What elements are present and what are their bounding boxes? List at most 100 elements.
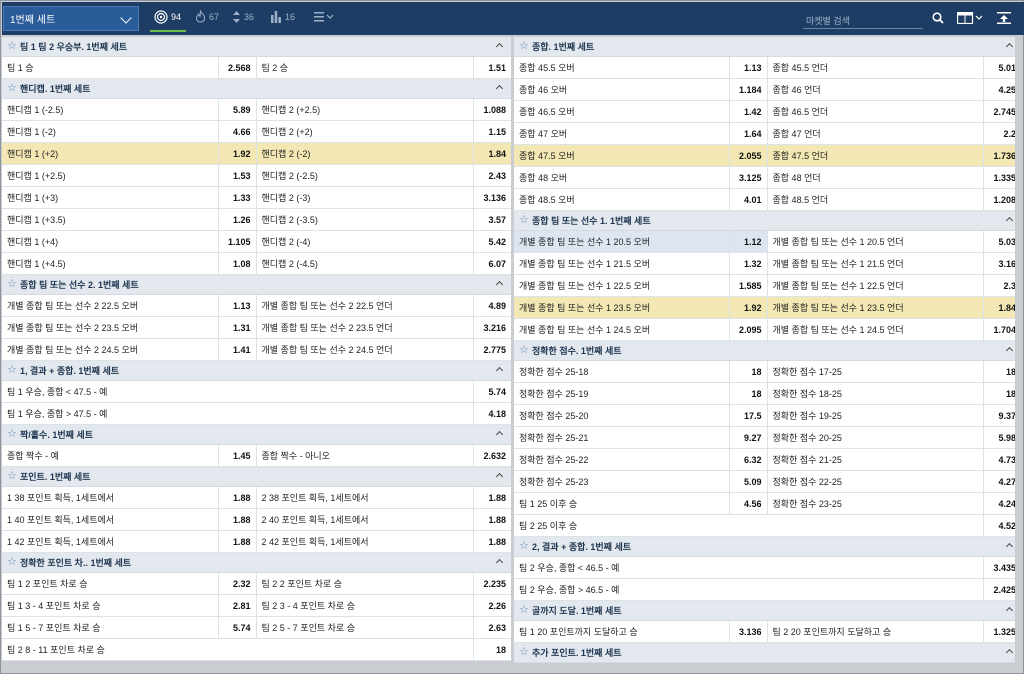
chevron-up-icon[interactable] — [495, 472, 504, 481]
odds-value[interactable]: 18 — [473, 639, 511, 660]
odds-value[interactable]: 1.88 — [473, 531, 511, 552]
outcome-cell[interactable]: 핸디캡 1 (+3) 1.33 — [2, 187, 257, 208]
outcome-cell[interactable]: 개별 종합 팀 또는 선수 1 20.5 언더 5.03 — [768, 231, 1022, 252]
odds-value[interactable]: 4.89 — [473, 295, 511, 316]
odds-value[interactable]: 4.01 — [728, 189, 767, 210]
odds-value[interactable]: 3.125 — [728, 167, 767, 188]
market-search-input[interactable]: 마켓별 검색 — [803, 8, 923, 29]
market-header[interactable]: ☆ 핸디캡. 1번째 세트 — [2, 79, 511, 99]
chevron-up-icon[interactable] — [495, 280, 504, 289]
star-icon[interactable]: ☆ — [7, 429, 17, 440]
star-icon[interactable]: ☆ — [519, 215, 529, 226]
outcome-cell[interactable]: 팀 2 25 이후 승 4.52 — [514, 515, 1021, 536]
odds-value[interactable]: 1.88 — [473, 509, 511, 530]
outcome-cell[interactable]: 정확한 점수 25-21 9.27 — [514, 427, 768, 448]
outcome-cell[interactable]: 핸디캡 2 (-2) 1.84 — [257, 143, 511, 164]
outcome-cell[interactable]: 종합 45.5 언더 5.01 — [768, 57, 1022, 78]
star-icon[interactable]: ☆ — [519, 647, 529, 658]
star-icon[interactable]: ☆ — [7, 279, 17, 290]
outcome-cell[interactable]: 팀 2 5 - 7 포인트 차로 승 2.63 — [257, 617, 512, 638]
outcome-cell[interactable]: 팀 1 우승, 종합 > 47.5 - 예 4.18 — [2, 403, 511, 424]
outcome-cell[interactable]: 핸디캡 1 (+4.5) 1.08 — [2, 253, 257, 274]
odds-value[interactable]: 1.41 — [217, 339, 256, 360]
outcome-cell[interactable]: 핸디캡 2 (-3) 3.136 — [257, 187, 512, 208]
filter-target[interactable]: 94 — [154, 10, 181, 24]
odds-value[interactable]: 3.216 — [473, 317, 511, 338]
odds-value[interactable]: 17.5 — [728, 405, 767, 426]
outcome-cell[interactable]: 팀 1 2 포인트 차로 승 2.32 — [2, 573, 257, 594]
outcome-cell[interactable]: 2 40 포인트 획득, 1세트에서 1.88 — [257, 509, 512, 530]
chevron-up-icon[interactable] — [1005, 346, 1014, 355]
outcome-cell[interactable]: 정확한 점수 25-22 6.32 — [514, 449, 768, 470]
outcome-cell[interactable]: 정확한 점수 23-25 4.24 — [768, 493, 1022, 514]
star-icon[interactable]: ☆ — [7, 41, 17, 52]
odds-value[interactable]: 1.64 — [728, 123, 767, 144]
outcome-cell[interactable]: 핸디캡 1 (+3.5) 1.26 — [2, 209, 257, 230]
outcome-cell[interactable]: 종합 45.5 오버 1.13 — [514, 57, 768, 78]
outcome-cell[interactable]: 팀 2 우승, 종합 > 46.5 - 예 2.425 — [514, 579, 1021, 600]
outcome-cell[interactable]: 팀 1 20 포인트까지 도달하고 승 3.136 — [514, 621, 768, 642]
outcome-cell[interactable]: 정확한 점수 22-25 4.27 — [768, 471, 1022, 492]
odds-value[interactable]: 1.51 — [473, 57, 511, 78]
odds-value[interactable]: 1.88 — [217, 509, 256, 530]
chevron-up-icon[interactable] — [1005, 542, 1014, 551]
odds-value[interactable]: 2.775 — [473, 339, 511, 360]
chevron-up-icon[interactable] — [495, 558, 504, 567]
outcome-cell[interactable]: 개별 종합 팀 또는 선수 1 22.5 오버 1.585 — [514, 275, 768, 296]
odds-value[interactable]: 2.095 — [728, 319, 767, 340]
odds-value[interactable]: 3.136 — [473, 187, 511, 208]
outcome-cell[interactable]: 종합 48 오버 3.125 — [514, 167, 768, 188]
outcome-cell[interactable]: 개별 종합 팀 또는 선수 1 21.5 언더 3.16 — [768, 253, 1022, 274]
odds-value[interactable]: 1.42 — [728, 101, 767, 122]
outcome-cell[interactable]: 종합 47 오버 1.64 — [514, 123, 768, 144]
outcome-cell[interactable]: 정확한 점수 17-25 18 — [768, 361, 1022, 382]
set-selector[interactable]: 1번째 세트 — [3, 6, 139, 31]
outcome-cell[interactable]: 팀 1 승 2.568 — [2, 57, 257, 78]
outcome-cell[interactable]: 1 38 포인트 획득, 1세트에서 1.88 — [2, 487, 257, 508]
market-header[interactable]: ☆ 종합 팀 또는 선수 1. 1번째 세트 — [514, 211, 1021, 231]
outcome-cell[interactable]: 종합 47 언더 2.2 — [768, 123, 1022, 144]
odds-value[interactable]: 1.88 — [217, 531, 256, 552]
outcome-cell[interactable]: 개별 종합 팀 또는 선수 1 20.5 오버 1.12 — [514, 231, 768, 252]
odds-value[interactable]: 2.26 — [473, 595, 511, 616]
chevron-up-icon[interactable] — [495, 430, 504, 439]
odds-value[interactable]: 2.32 — [217, 573, 256, 594]
outcome-cell[interactable]: 1 42 포인트 획득, 1세트에서 1.88 — [2, 531, 257, 552]
outcome-cell[interactable]: 핸디캡 1 (-2.5) 5.89 — [2, 99, 257, 120]
outcome-cell[interactable]: 종합 48.5 오버 4.01 — [514, 189, 768, 210]
outcome-cell[interactable]: 개별 종합 팀 또는 선수 1 24.5 언더 1.704 — [768, 319, 1022, 340]
outcome-cell[interactable]: 개별 종합 팀 또는 선수 2 24.5 언더 2.775 — [257, 339, 512, 360]
chevron-up-icon[interactable] — [1005, 606, 1014, 615]
list-menu-button[interactable] — [314, 12, 337, 23]
outcome-cell[interactable]: 팀 2 8 - 11 포인트 차로 승 18 — [2, 639, 511, 660]
chevron-up-icon[interactable] — [495, 84, 504, 93]
star-icon[interactable]: ☆ — [519, 605, 529, 616]
outcome-cell[interactable]: 정확한 점수 19-25 9.37 — [768, 405, 1022, 426]
odds-value[interactable]: 1.08 — [217, 253, 256, 274]
odds-value[interactable]: 3.57 — [473, 209, 511, 230]
page-scrollbar[interactable] — [1015, 37, 1023, 673]
outcome-cell[interactable]: 종합 짝수 - 아니오 2.632 — [257, 445, 512, 466]
outcome-cell[interactable]: 개별 종합 팀 또는 선수 2 23.5 오버 1.31 — [2, 317, 257, 338]
market-header[interactable]: ☆ 짝/홀수. 1번째 세트 — [2, 425, 511, 445]
outcome-cell[interactable]: 정확한 점수 18-25 18 — [768, 383, 1022, 404]
star-icon[interactable]: ☆ — [519, 541, 529, 552]
layout-toggle-icon[interactable] — [957, 12, 985, 24]
outcome-cell[interactable]: 팀 2 2 포인트 차로 승 2.235 — [257, 573, 512, 594]
outcome-cell[interactable]: 종합 47.5 오버 2.055 — [514, 145, 768, 166]
odds-value[interactable]: 5.89 — [217, 99, 256, 120]
odds-value[interactable]: 1.53 — [217, 165, 256, 186]
outcome-cell[interactable]: 정확한 점수 25-18 18 — [514, 361, 768, 382]
odds-value[interactable]: 1.088 — [473, 99, 511, 120]
odds-value[interactable]: 9.27 — [728, 427, 767, 448]
odds-value[interactable]: 1.88 — [473, 487, 511, 508]
odds-value[interactable]: 2.235 — [473, 573, 511, 594]
outcome-cell[interactable]: 개별 종합 팀 또는 선수 2 24.5 오버 1.41 — [2, 339, 257, 360]
star-icon[interactable]: ☆ — [519, 345, 529, 356]
search-icon[interactable] — [932, 12, 944, 24]
odds-value[interactable]: 5.09 — [728, 471, 767, 492]
market-header[interactable]: ☆ 팀 1 팀 2 우승부. 1번째 세트 — [2, 37, 511, 57]
outcome-cell[interactable]: 개별 종합 팀 또는 선수 2 23.5 언더 3.216 — [257, 317, 512, 338]
odds-value[interactable]: 18 — [728, 383, 767, 404]
outcome-cell[interactable]: 팀 1 우승, 종합 < 47.5 - 예 5.74 — [2, 381, 511, 402]
